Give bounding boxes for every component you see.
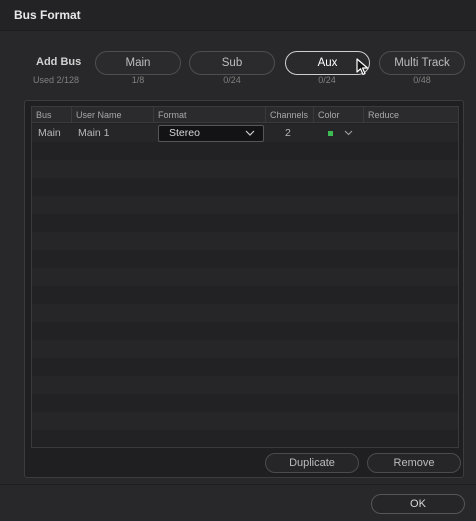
add-sub-bus-button[interactable]: Sub bbox=[189, 51, 275, 75]
bus-usage-count: Used 2/128 bbox=[33, 75, 80, 85]
sub-bus-count: 0/24 bbox=[223, 75, 241, 85]
column-header-bus[interactable]: Bus bbox=[32, 107, 72, 123]
empty-table-row bbox=[32, 142, 458, 160]
table-row[interactable]: Main Main 1 Stereo 2 bbox=[32, 124, 458, 142]
empty-table-row bbox=[32, 232, 458, 250]
add-bus-label: Add Bus bbox=[36, 56, 82, 68]
empty-table-row bbox=[32, 340, 458, 358]
multi-track-bus-count: 0/48 bbox=[413, 75, 431, 85]
main-bus-count: 1/8 bbox=[131, 75, 145, 85]
arrow-cursor-icon bbox=[356, 58, 369, 76]
dialog-title: Bus Format bbox=[14, 8, 81, 22]
empty-table-row bbox=[32, 430, 458, 447]
empty-table-row bbox=[32, 160, 458, 178]
bus-list-panel: Bus User Name Format Channels Color Redu… bbox=[24, 100, 464, 478]
empty-table-row bbox=[32, 196, 458, 214]
empty-table-row bbox=[32, 268, 458, 286]
empty-table-row bbox=[32, 358, 458, 376]
channels-cell: 2 bbox=[285, 127, 291, 139]
column-header-user-name[interactable]: User Name bbox=[72, 107, 154, 123]
empty-table-row bbox=[32, 286, 458, 304]
user-name-cell[interactable]: Main 1 bbox=[78, 124, 110, 142]
bus-type-cell: Main bbox=[38, 127, 61, 139]
chevron-down-icon[interactable] bbox=[344, 129, 353, 136]
column-header-reduce[interactable]: Reduce bbox=[364, 107, 458, 123]
empty-table-row bbox=[32, 178, 458, 196]
empty-table-row bbox=[32, 394, 458, 412]
empty-table-row bbox=[32, 376, 458, 394]
empty-table-row bbox=[32, 412, 458, 430]
column-header-color[interactable]: Color bbox=[314, 107, 364, 123]
empty-table-row bbox=[32, 322, 458, 340]
color-swatch[interactable] bbox=[328, 131, 333, 136]
bus-table: Bus User Name Format Channels Color Redu… bbox=[31, 106, 459, 448]
ok-button[interactable]: OK bbox=[371, 494, 465, 514]
format-value: Stereo bbox=[169, 127, 200, 139]
empty-table-row bbox=[32, 214, 458, 232]
column-header-channels[interactable]: Channels bbox=[266, 107, 314, 123]
duplicate-button[interactable]: Duplicate bbox=[265, 453, 359, 473]
format-dropdown[interactable]: Stereo bbox=[158, 125, 264, 142]
add-multi-track-bus-button[interactable]: Multi Track bbox=[379, 51, 465, 75]
aux-bus-count: 0/24 bbox=[318, 75, 336, 85]
bus-format-dialog: Bus Format Add Bus Used 2/128 Main 1/8 S… bbox=[0, 0, 476, 521]
empty-table-row bbox=[32, 250, 458, 268]
add-main-bus-button[interactable]: Main bbox=[95, 51, 181, 75]
title-bar: Bus Format bbox=[0, 0, 476, 31]
remove-button[interactable]: Remove bbox=[367, 453, 461, 473]
column-header-format[interactable]: Format bbox=[154, 107, 266, 123]
footer-divider bbox=[0, 484, 476, 485]
chevron-down-icon bbox=[245, 130, 255, 136]
table-header: Bus User Name Format Channels Color Redu… bbox=[32, 107, 458, 123]
empty-table-row bbox=[32, 304, 458, 322]
